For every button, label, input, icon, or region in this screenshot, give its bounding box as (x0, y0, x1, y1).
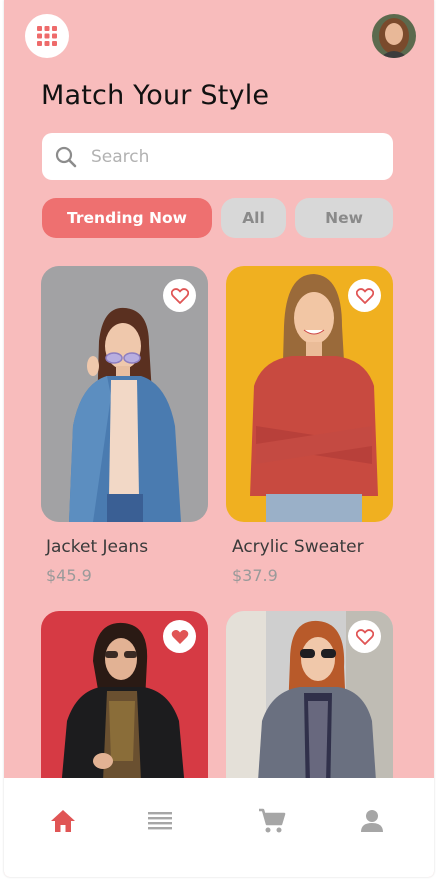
product-price: $45.9 (46, 566, 92, 585)
menu-button[interactable] (25, 14, 69, 58)
app-screen: Match Your Style Trending Now All New (4, 0, 434, 877)
heart-outline-icon (355, 287, 374, 304)
tab-cart[interactable] (257, 806, 287, 836)
page-title: Match Your Style (41, 80, 270, 111)
search-input[interactable] (89, 145, 373, 168)
profile-icon (361, 810, 383, 832)
grid-icon (37, 26, 57, 46)
favorite-button[interactable] (163, 620, 196, 653)
product-name: Jacket Jeans (46, 537, 149, 557)
search-bar[interactable] (42, 133, 393, 180)
cart-icon (259, 808, 286, 833)
heart-filled-icon (171, 629, 188, 644)
list-icon (148, 812, 172, 830)
home-icon (51, 810, 75, 832)
heart-outline-icon (355, 628, 374, 645)
filter-all[interactable]: All (221, 198, 286, 238)
product-price: $37.9 (232, 566, 278, 585)
filter-trending-now[interactable]: Trending Now (42, 198, 212, 238)
product-name: Acrylic Sweater (232, 537, 364, 557)
product-card-acrylic-sweater[interactable] (226, 266, 393, 522)
heart-outline-icon (170, 287, 189, 304)
tab-list[interactable] (145, 806, 175, 836)
tab-home[interactable] (48, 806, 78, 836)
tab-profile[interactable] (357, 806, 387, 836)
user-avatar[interactable] (372, 14, 416, 58)
search-icon (55, 146, 77, 167)
bottom-tab-bar (4, 778, 434, 877)
product-card-jacket-jeans[interactable] (41, 266, 208, 522)
favorite-button[interactable] (348, 620, 381, 653)
favorite-button[interactable] (163, 279, 196, 312)
filter-new[interactable]: New (295, 198, 393, 238)
favorite-button[interactable] (348, 279, 381, 312)
